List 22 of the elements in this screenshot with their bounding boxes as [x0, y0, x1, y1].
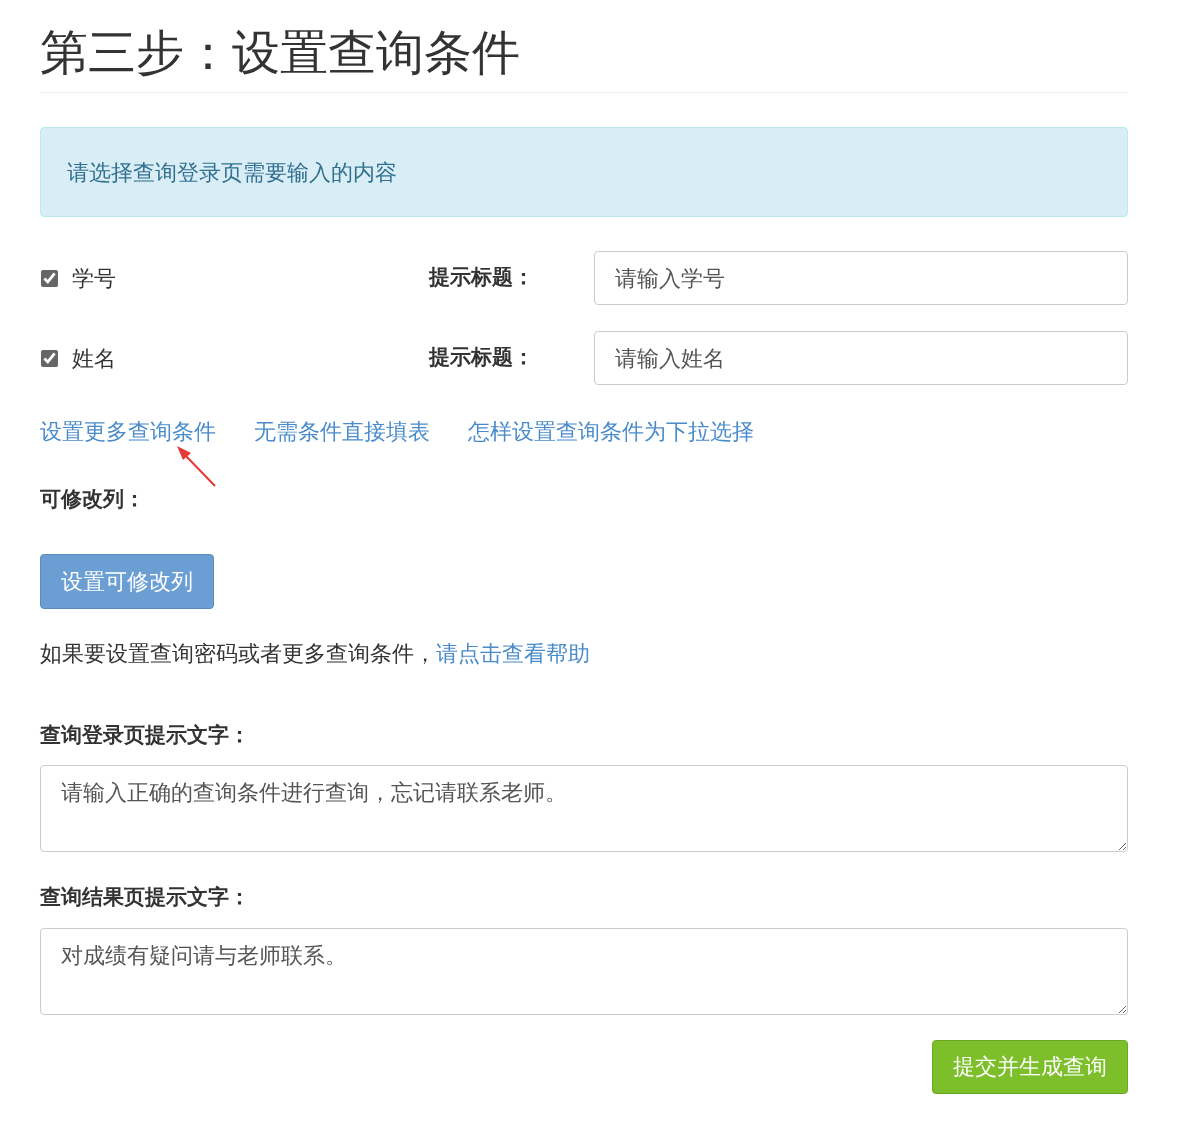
hint-title-label: 提示标题：	[429, 264, 535, 292]
login-tip-label: 查询登录页提示文字：	[40, 721, 251, 749]
help-sentence: 如果要设置查询密码或者更多查询条件，请点击查看帮助	[40, 639, 591, 668]
page-title: 第三步：设置查询条件	[40, 18, 1128, 93]
option-link[interactable]: 怎样设置查询条件为下拉选择	[468, 415, 754, 448]
option-link[interactable]: 设置更多查询条件	[40, 415, 216, 448]
condition-label: 学号	[72, 264, 117, 293]
editable-columns-label: 可修改列：	[40, 486, 146, 513]
hint-title-field[interactable]: 请输入学号	[594, 251, 1128, 305]
login-tip-textarea[interactable]: 请输入正确的查询条件进行查询，忘记请联系老师。	[40, 765, 1128, 852]
submit-button[interactable]: 提交并生成查询	[932, 1039, 1128, 1094]
set-editable-columns-button[interactable]: 设置可修改列	[40, 553, 214, 609]
info-alert: 请选择查询登录页需要输入的内容	[40, 127, 1128, 217]
hint-title-field[interactable]: 请输入姓名	[594, 331, 1128, 385]
condition-label: 姓名	[72, 344, 117, 373]
condition-checkbox[interactable]	[41, 349, 58, 367]
result-tip-label: 查询结果页提示文字：	[40, 884, 251, 911]
condition-checkbox[interactable]	[41, 269, 58, 287]
hint-title-label: 提示标题：	[429, 344, 535, 372]
result-tip-textarea[interactable]: 对成绩有疑问请与老师联系。	[40, 927, 1128, 1015]
option-link[interactable]: 无需条件直接填表	[254, 415, 430, 448]
help-link[interactable]: 请点击查看帮助	[436, 640, 590, 666]
